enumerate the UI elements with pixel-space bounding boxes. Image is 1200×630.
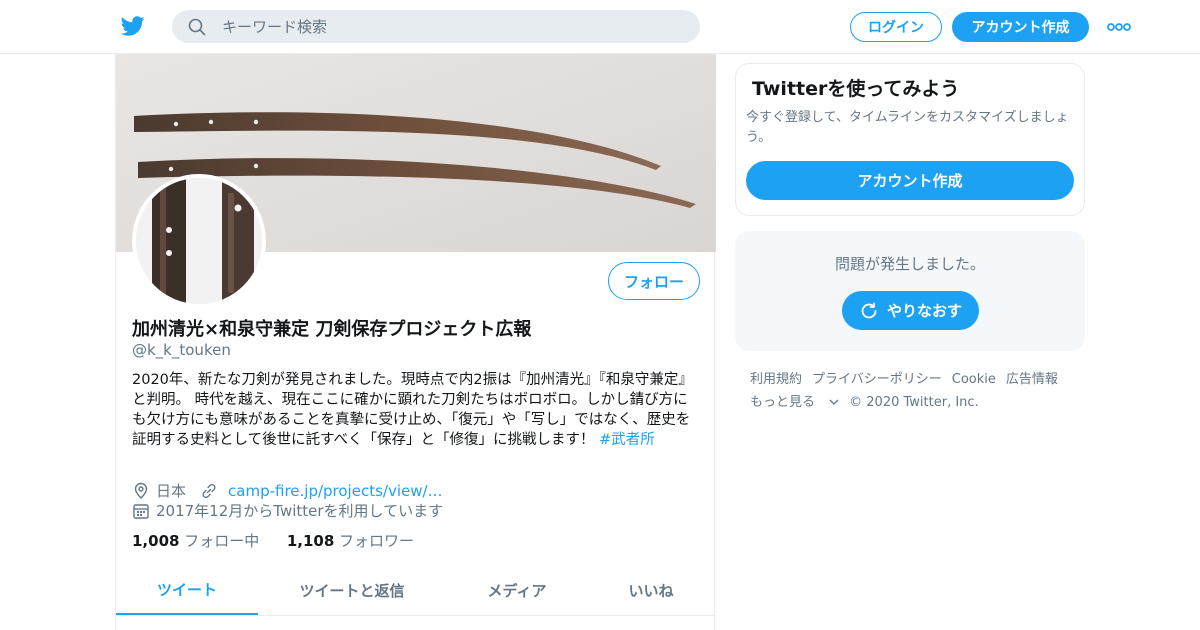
refresh-icon <box>861 302 877 318</box>
signup-card-title: Twitterを使ってみよう <box>752 78 960 100</box>
chevron-down-icon <box>829 399 839 405</box>
link-icon <box>202 483 216 498</box>
search-icon <box>188 18 206 36</box>
signup-card-description: 今すぐ登録して、タイムラインをカスタマイズしましょう。 <box>746 110 1069 145</box>
tab-tweets[interactable]: ツイート <box>116 565 258 615</box>
profile-joined-row: 2017年12月からTwitterを利用しています <box>132 500 443 521</box>
tab-tweets-and-replies[interactable]: ツイートと返信 <box>258 565 446 615</box>
signup-card: Twitterを使ってみよう 今すぐ登録して、タイムラインをカスタマイズしましょ… <box>735 63 1085 216</box>
footer-link-terms[interactable]: 利用規約 <box>750 368 802 391</box>
error-message: 問題が発生しました。 <box>834 255 985 273</box>
follow-button[interactable]: フォロー <box>608 262 700 300</box>
followers-count: 1,108 <box>286 532 335 550</box>
calendar-icon <box>133 503 149 519</box>
profile-location: 日本 <box>156 482 187 500</box>
footer-link-more[interactable]: もっと見る <box>750 391 839 414</box>
more-dots-icon[interactable] <box>1106 20 1132 34</box>
location-pin-icon <box>134 482 148 499</box>
following-count: 1,008 <box>132 532 180 550</box>
tab-media[interactable]: メディア <box>446 565 588 615</box>
following-stat[interactable]: 1,008 フォロー中 <box>132 532 259 550</box>
search-input[interactable] <box>222 16 682 37</box>
footer-link-cookie[interactable]: Cookie <box>952 368 996 391</box>
followers-label: フォロワー <box>339 532 415 550</box>
footer-link-ads[interactable]: 広告情報 <box>1006 368 1058 391</box>
profile-display-name: 加州清光×和泉守兼定 刀剣保存プロジェクト広報 <box>132 319 532 340</box>
profile-location-website-row: 日本 camp-fire.jp/projects/view/… <box>132 480 443 501</box>
search-box[interactable] <box>172 10 700 43</box>
profile-column: フォロー 加州清光×和泉守兼定 刀剣保存プロジェクト広報 @k_k_touken… <box>115 54 716 630</box>
retry-button[interactable]: やりなおす <box>842 291 979 330</box>
footer-more-label: もっと見る <box>750 395 816 410</box>
tab-likes[interactable]: いいね <box>588 565 714 615</box>
twitter-bird-icon[interactable] <box>120 14 146 38</box>
followers-stat[interactable]: 1,108 フォロワー <box>287 532 414 550</box>
following-label: フォロー中 <box>184 532 260 550</box>
profile-handle: @k_k_touken <box>132 341 231 359</box>
profile-website-link[interactable]: camp-fire.jp/projects/view/… <box>228 482 443 500</box>
bio-hashtag-link[interactable]: #武者所 <box>599 432 655 448</box>
profile-bio: 2020年、新たな刀剣が発見されました。現時点で内2振は『加州清光』『和泉守兼定… <box>132 370 702 450</box>
signup-button[interactable]: アカウント作成 <box>952 12 1089 42</box>
profile-follow-counts: 1,008 フォロー中 1,108 フォロワー <box>132 530 414 551</box>
profile-joined-date: 2017年12月からTwitterを利用しています <box>156 502 444 520</box>
footer-link-privacy[interactable]: プライバシーポリシー <box>812 368 942 391</box>
profile-tabs: ツイート ツイートと返信 メディア いいね <box>116 565 714 616</box>
login-button[interactable]: ログイン <box>850 12 942 42</box>
footer-links: 利用規約 プライバシーポリシー Cookie 広告情報 もっと見る © 2020 Tw… <box>750 368 1080 414</box>
retry-label: やりなおす <box>886 302 962 320</box>
top-navigation-bar: ログイン アカウント作成 <box>0 0 1200 54</box>
error-box: 問題が発生しました。 やりなおす <box>735 231 1085 351</box>
footer-copyright: © 2020 Twitter, Inc. <box>849 395 979 410</box>
signup-card-button[interactable]: アカウント作成 <box>746 161 1074 200</box>
profile-avatar[interactable] <box>132 174 266 308</box>
